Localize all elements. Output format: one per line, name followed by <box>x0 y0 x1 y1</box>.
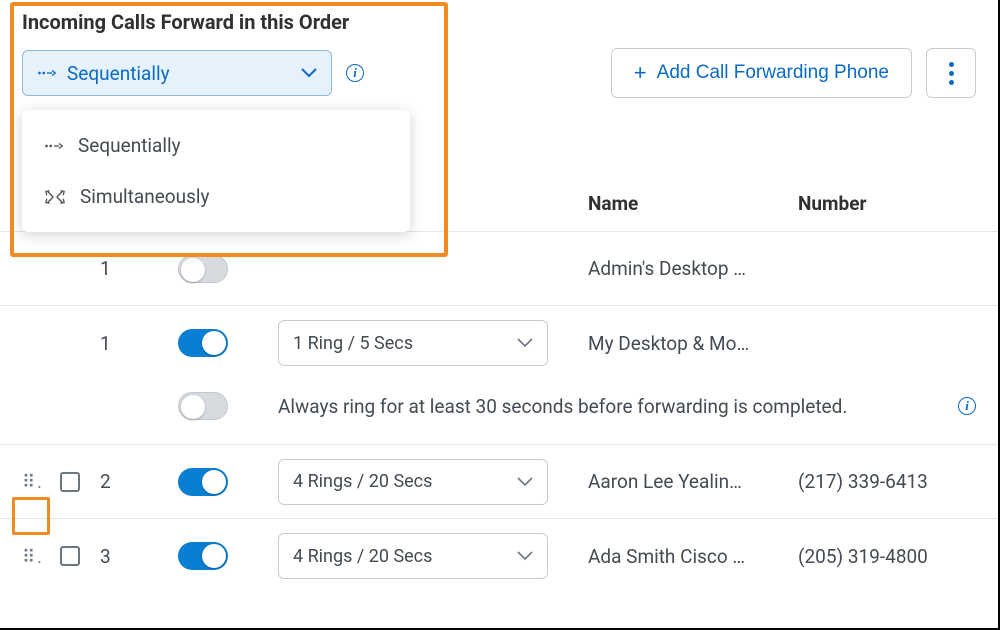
forward-mode-select[interactable]: Sequentially <box>22 50 332 96</box>
more-actions-button[interactable] <box>926 48 976 98</box>
table-row: ⠿. 3 4 Rings / 20 Secs Ada Smith Cisco …… <box>0 519 998 593</box>
chevron-down-icon <box>517 338 533 348</box>
ring-duration-value: 4 Rings / 20 Secs <box>293 546 432 567</box>
active-toggle[interactable] <box>178 468 228 496</box>
forward-mode-selected-label: Sequentially <box>67 62 301 85</box>
add-call-forwarding-button[interactable]: + Add Call Forwarding Phone <box>611 48 912 98</box>
drag-handle-icon[interactable]: ⠿. <box>22 547 44 568</box>
cell-order: 1 <box>100 257 178 280</box>
cell-name: Admin's Desktop … <box>588 257 798 280</box>
cell-name: Ada Smith Cisco … <box>588 545 798 568</box>
ring-duration-value: 1 Ring / 5 Secs <box>293 333 413 354</box>
col-header-name: Name <box>588 192 798 215</box>
cell-number: (217) 339-6413 <box>798 470 976 493</box>
ring-duration-select[interactable]: 4 Rings / 20 Secs <box>278 459 548 505</box>
cell-order: 1 <box>100 332 178 355</box>
add-button-label: Add Call Forwarding Phone <box>657 62 889 84</box>
dropdown-option-sequentially[interactable]: Sequentially <box>22 120 410 171</box>
active-toggle[interactable] <box>178 255 228 283</box>
chevron-down-icon <box>301 68 317 78</box>
table-row: 1 1 Ring / 5 Secs My Desktop & Mo… <box>0 306 998 380</box>
dropdown-option-label: Simultaneously <box>80 185 210 208</box>
table-row: 1 Admin's Desktop … <box>0 232 998 306</box>
kebab-icon <box>949 62 954 85</box>
table-row: ⠿. 2 4 Rings / 20 Secs Aaron Lee Yealin…… <box>0 445 998 519</box>
cell-name: Aaron Lee Yealin… <box>588 470 798 493</box>
forward-mode-dropdown: Sequentially Simultaneously <box>22 110 410 232</box>
ring-duration-select[interactable]: 1 Ring / 5 Secs <box>278 320 548 366</box>
chevron-down-icon <box>517 477 533 487</box>
col-header-number: Number <box>798 192 976 215</box>
forwarding-table: i Name Number 1 Admin's Desktop … 1 1 Ri… <box>0 176 998 593</box>
row-checkbox[interactable] <box>60 546 80 566</box>
plus-icon: + <box>634 60 647 86</box>
sequential-icon <box>37 67 57 79</box>
dropdown-option-label: Sequentially <box>78 134 181 157</box>
drag-handle-icon[interactable]: ⠿. <box>22 472 44 493</box>
always-ring-toggle[interactable] <box>178 392 228 420</box>
sequential-icon <box>44 140 64 152</box>
dropdown-option-simultaneously[interactable]: Simultaneously <box>22 171 410 222</box>
info-icon[interactable]: i <box>958 397 976 415</box>
info-icon[interactable]: i <box>346 64 364 82</box>
page-title: Incoming Calls Forward in this Order <box>22 10 976 34</box>
simultaneous-icon <box>44 189 66 205</box>
always-ring-note: Always ring for at least 30 seconds befo… <box>278 395 946 418</box>
cell-order: 2 <box>100 470 178 493</box>
cell-name: My Desktop & Mo… <box>588 332 798 355</box>
row-checkbox[interactable] <box>60 472 80 492</box>
active-toggle[interactable] <box>178 329 228 357</box>
chevron-down-icon <box>517 551 533 561</box>
cell-order: 3 <box>100 545 178 568</box>
always-ring-row: Always ring for at least 30 seconds befo… <box>0 380 998 445</box>
ring-duration-select[interactable]: 4 Rings / 20 Secs <box>278 533 548 579</box>
active-toggle[interactable] <box>178 542 228 570</box>
cell-number: (205) 319-4800 <box>798 545 976 568</box>
ring-duration-value: 4 Rings / 20 Secs <box>293 471 432 492</box>
